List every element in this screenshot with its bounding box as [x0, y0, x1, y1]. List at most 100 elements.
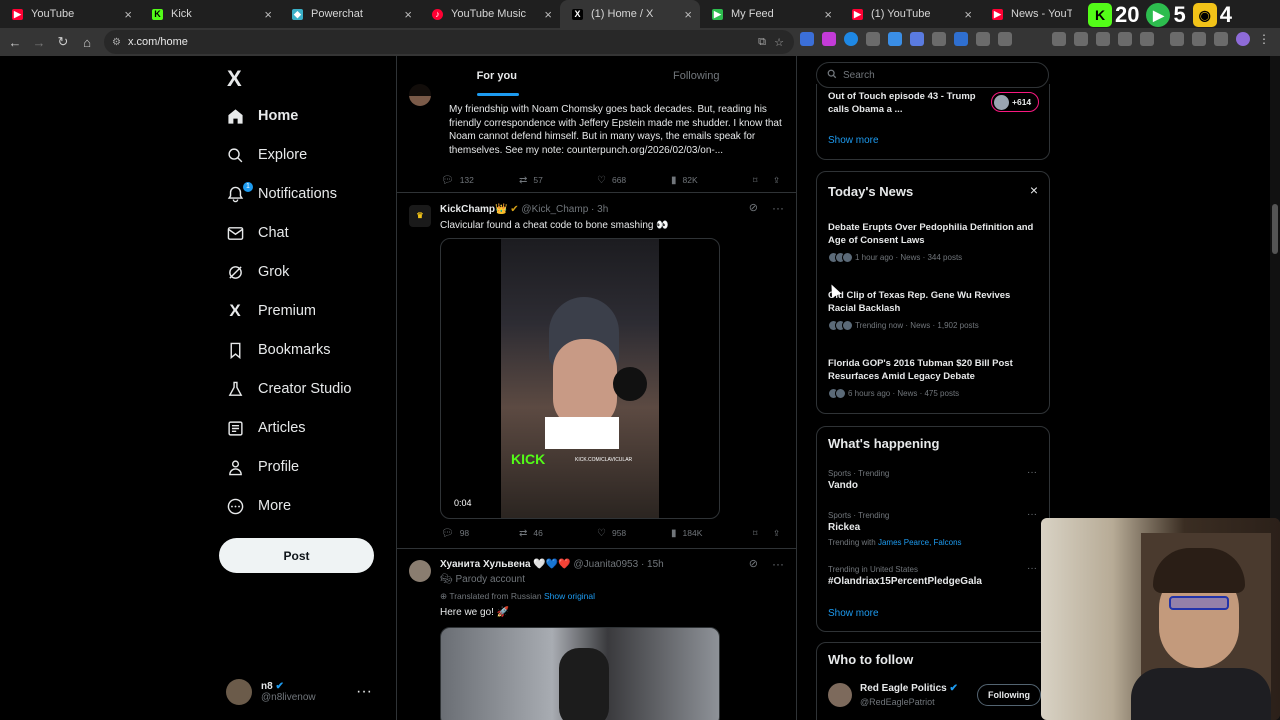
bookmark-star-icon[interactable]: ☆	[774, 36, 784, 49]
post-button[interactable]: Post	[219, 538, 374, 573]
author-name[interactable]: KickChamp👑	[440, 204, 507, 215]
share-button[interactable]: ⇪	[773, 528, 780, 539]
close-tab-icon[interactable]: ×	[544, 7, 552, 22]
author-handle[interactable]: @Kick_Champ	[521, 204, 588, 215]
extension-icon[interactable]	[888, 32, 902, 46]
following-button[interactable]: Following	[977, 684, 1041, 706]
extension-icon[interactable]	[822, 32, 836, 46]
screenshot-icon[interactable]	[1140, 32, 1154, 46]
more-horizontal-icon[interactable]: ···	[772, 201, 784, 215]
repost-button[interactable]: ⇄ 57	[519, 175, 597, 186]
more-horizontal-icon[interactable]: ···	[772, 557, 784, 571]
extension-icon[interactable]	[866, 32, 880, 46]
install-icon[interactable]: ⧉	[758, 36, 766, 49]
extension-icon[interactable]	[954, 32, 968, 46]
x-logo-icon[interactable]: X	[227, 66, 242, 92]
show-original-link[interactable]: Show original	[544, 591, 595, 601]
trend-name[interactable]: Vando	[828, 480, 858, 491]
bookmark-button[interactable]: ⌑	[753, 528, 773, 539]
show-more-link[interactable]: Show more	[828, 608, 879, 619]
close-tab-icon[interactable]: ×	[964, 7, 972, 22]
more-horizontal-icon[interactable]: ···	[1027, 563, 1037, 574]
bookmark-button[interactable]: ⌑	[753, 175, 773, 186]
nav-creator-studio[interactable]: Creator Studio	[226, 374, 352, 404]
trending-with-links[interactable]: James Pearce, Falcons	[878, 538, 962, 547]
news-item-title[interactable]: Florida GOP's 2016 Tubman $20 Bill Post …	[828, 357, 1038, 383]
nav-home[interactable]: Home	[226, 101, 298, 131]
nav-explore[interactable]: Explore	[226, 140, 307, 170]
browser-tab[interactable]: ▶ YouTube ×	[0, 0, 140, 28]
browser-tab[interactable]: ♪ YouTube Music ×	[420, 0, 560, 28]
browser-tab-active[interactable]: X (1) Home / X ×	[560, 0, 700, 28]
extension-icon[interactable]	[800, 32, 814, 46]
back-icon[interactable]: ←	[3, 35, 27, 50]
site-info-icon[interactable]: ⚙	[112, 37, 121, 48]
tweet-time[interactable]: · 3h	[591, 204, 608, 215]
browser-tab[interactable]: ◆ Powerchat ×	[280, 0, 420, 28]
code-icon[interactable]	[1096, 32, 1110, 46]
more-horizontal-icon[interactable]: ···	[356, 683, 372, 701]
like-button[interactable]: ♡ 958	[597, 528, 671, 539]
address-bar[interactable]: ⚙ x.com/home ⧉ ☆	[104, 30, 794, 54]
tweet-image[interactable]	[440, 627, 720, 720]
tab-following[interactable]: Following	[597, 56, 797, 96]
share-button[interactable]: ⇪	[773, 175, 780, 186]
scrollbar-thumb[interactable]	[1272, 204, 1278, 254]
close-tab-icon[interactable]: ×	[404, 7, 412, 22]
more-horizontal-icon[interactable]: ···	[1027, 467, 1037, 478]
reload-icon[interactable]: ↻	[51, 34, 75, 50]
nav-notifications[interactable]: 1 Notifications	[226, 179, 337, 209]
history-icon[interactable]	[1030, 32, 1044, 46]
puzzle-icon[interactable]	[998, 32, 1012, 46]
nav-premium[interactable]: X Premium	[226, 296, 316, 326]
views-button[interactable]: ▮ 184K	[671, 528, 753, 539]
account-switcher[interactable]: n8 ✔ @n8livenow ···	[226, 674, 386, 710]
browser-tab[interactable]: ▶ My Feed ×	[700, 0, 840, 28]
close-tab-icon[interactable]: ×	[264, 7, 272, 22]
news-item-title[interactable]: Debate Erupts Over Pedophilia Definition…	[828, 221, 1038, 247]
views-button[interactable]: ▮ 82K	[671, 175, 753, 186]
trend-name[interactable]: #Olandriax15PercentPledgeGala	[828, 576, 982, 587]
extension-icon[interactable]	[910, 32, 924, 46]
sidebar-icon[interactable]	[1118, 32, 1132, 46]
author-name[interactable]: Хуанита Хульвена 🤍💙❤️	[440, 559, 571, 570]
close-tab-icon[interactable]: ×	[124, 7, 132, 22]
reply-button[interactable]: 💬︎ 132	[441, 175, 519, 186]
live-item-title[interactable]: Out of Touch episode 43 - Trump calls Ob…	[828, 90, 978, 116]
forward-icon[interactable]: →	[27, 35, 51, 50]
grok-icon[interactable]: ⊘	[749, 557, 758, 570]
suggested-user-name[interactable]: Red Eagle Politics	[860, 683, 947, 694]
tweet-time[interactable]: · 15h	[641, 559, 664, 570]
browser-tab[interactable]: K Kick ×	[140, 0, 280, 28]
nav-bookmarks[interactable]: Bookmarks	[226, 335, 331, 365]
grok-icon[interactable]: ⊘	[749, 201, 758, 214]
reply-button[interactable]: 💬︎ 98	[441, 528, 519, 539]
news-item-title[interactable]: Old Clip of Texas Rep. Gene Wu Revives R…	[828, 289, 1038, 315]
close-tab-icon[interactable]: ×	[824, 7, 832, 22]
nav-more[interactable]: More	[226, 491, 291, 521]
nav-articles[interactable]: Articles	[226, 413, 306, 443]
extension-icon[interactable]	[1074, 32, 1088, 46]
menu-icon[interactable]	[1192, 32, 1206, 46]
repost-button[interactable]: ⇄ 46	[519, 528, 597, 539]
extension-icon[interactable]	[844, 32, 858, 46]
nav-grok[interactable]: Grok	[226, 257, 289, 287]
browser-tab[interactable]: ▶ News - YouTube	[980, 0, 1080, 28]
close-tab-icon[interactable]: ×	[684, 7, 692, 22]
close-icon[interactable]: ×	[1030, 182, 1038, 198]
more-horizontal-icon[interactable]: ···	[1027, 509, 1037, 520]
nav-profile[interactable]: Profile	[226, 452, 299, 482]
profile-avatar-icon[interactable]	[1236, 32, 1250, 46]
browser-tab[interactable]: ▶ (1) YouTube ×	[840, 0, 980, 28]
home-browser-icon[interactable]: ⌂	[75, 35, 99, 50]
extension-icon[interactable]	[1214, 32, 1228, 46]
download-icon[interactable]	[1170, 32, 1184, 46]
tweet[interactable]: Хуанита Хульвена 🤍💙❤️ @Juanita0953 · 15h…	[397, 549, 796, 720]
author-handle[interactable]: @Juanita0953	[574, 559, 639, 570]
tab-for-you[interactable]: For you	[397, 56, 597, 96]
extension-icon[interactable]	[932, 32, 946, 46]
kebab-menu-icon[interactable]: ⋮	[1258, 32, 1272, 46]
extension-icon[interactable]	[1052, 32, 1066, 46]
tweet-video[interactable]: KICK KICK.COM/CLAVICULAR 0:04	[440, 238, 720, 519]
extension-icon[interactable]	[976, 32, 990, 46]
